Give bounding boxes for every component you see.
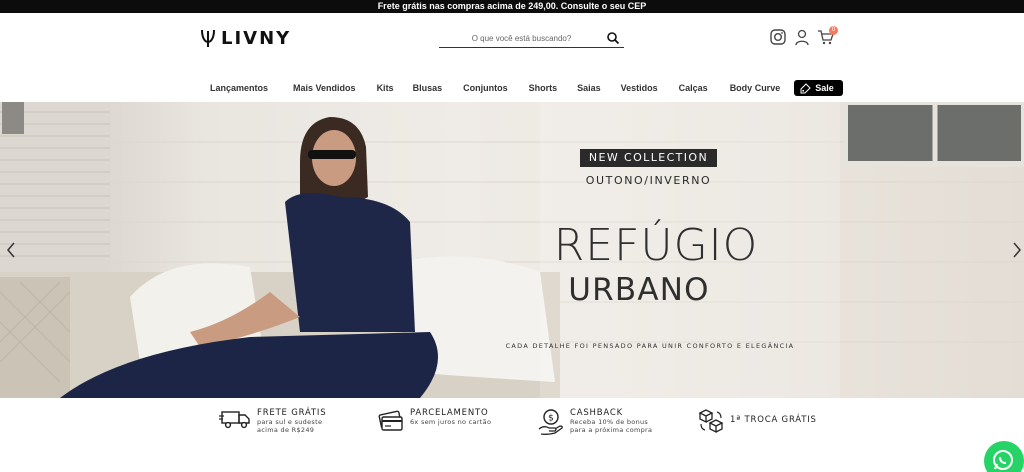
benefit-desc: para a próxima compra bbox=[570, 426, 653, 434]
hero-background-image bbox=[0, 102, 1024, 398]
svg-text:$: $ bbox=[548, 414, 554, 424]
cashback-hand-icon: $ bbox=[538, 409, 563, 435]
hero-banner[interactable]: NEW COLLECTION OUTONO/INVERNO REFÚGIO UR… bbox=[0, 102, 1024, 398]
search-input[interactable] bbox=[439, 30, 604, 46]
benefit-cashback: $ CASHBACK Receba 10% de bonus para a pr… bbox=[538, 408, 652, 436]
hero-subtitle: CADA DETALHE FOI PENSADO PARA UNIR CONFO… bbox=[505, 342, 795, 350]
logo-mark-icon bbox=[201, 29, 215, 47]
search-icon[interactable] bbox=[606, 31, 620, 45]
collection-badge: NEW COLLECTION bbox=[580, 149, 717, 167]
hero-title-line1: REFÚGIO bbox=[553, 220, 759, 271]
announcement-bar: Frete grátis nas compras acima de 249,00… bbox=[0, 0, 1024, 13]
instagram-icon[interactable] bbox=[769, 28, 787, 46]
header-actions: 0 bbox=[769, 26, 838, 46]
logo-text: LIVNY bbox=[221, 27, 292, 49]
benefit-desc: 6x sem juros no cartão bbox=[410, 418, 492, 426]
nav-item-blusas[interactable]: Blusas bbox=[413, 83, 443, 93]
chevron-left-icon[interactable] bbox=[4, 241, 18, 259]
benefit-desc: para sul e sudeste bbox=[257, 418, 323, 426]
season-label: OUTONO/INVERNO bbox=[585, 174, 712, 187]
sale-button[interactable]: Sale bbox=[794, 80, 843, 96]
logo[interactable]: LIVNY bbox=[200, 27, 291, 49]
benefit-title: CASHBACK bbox=[570, 408, 623, 418]
cart-count-badge: 0 bbox=[829, 26, 838, 35]
whatsapp-icon bbox=[993, 450, 1013, 470]
whatsapp-button[interactable] bbox=[984, 441, 1024, 472]
chevron-right-icon[interactable] bbox=[1010, 241, 1024, 259]
benefit-title: FRETE GRÁTIS bbox=[257, 408, 327, 418]
user-account-icon[interactable] bbox=[793, 28, 811, 46]
credit-card-icon bbox=[378, 410, 403, 431]
main-nav: Lançamentos Mais Vendidos Kits Blusas Co… bbox=[200, 80, 843, 96]
nav-item-shorts[interactable]: Shorts bbox=[529, 83, 558, 93]
nav-item-mais-vendidos[interactable]: Mais Vendidos bbox=[293, 83, 356, 93]
cart-button[interactable]: 0 bbox=[817, 26, 838, 46]
benefits-bar: FRETE GRÁTIS para sul e sudeste acima de… bbox=[0, 398, 1024, 472]
hero-title-line2: URBANO bbox=[568, 272, 710, 308]
search-bar bbox=[439, 30, 624, 48]
announcement-text: Frete grátis nas compras acima de 249,00… bbox=[377, 1, 647, 11]
nav-item-kits[interactable]: Kits bbox=[377, 83, 394, 93]
nav-item-calcas[interactable]: Calças bbox=[679, 83, 708, 93]
nav-item-body-curve[interactable]: Body Curve bbox=[730, 83, 781, 93]
nav-item-vestidos[interactable]: Vestidos bbox=[621, 83, 658, 93]
nav-item-lancamentos[interactable]: Lançamentos bbox=[210, 83, 268, 93]
benefit-title: PARCELAMENTO bbox=[410, 408, 489, 418]
benefit-desc: Receba 10% de bonus bbox=[570, 418, 649, 426]
sale-label: Sale bbox=[815, 83, 834, 93]
site-header: LIVNY 0 Lançamentos Mais Vendi bbox=[0, 13, 1024, 102]
nav-item-conjuntos[interactable]: Conjuntos bbox=[463, 83, 508, 93]
sale-tag-icon bbox=[800, 82, 811, 93]
benefit-frete: FRETE GRÁTIS para sul e sudeste acima de… bbox=[219, 408, 326, 434]
benefit-troca: 1ª TROCA GRÁTIS bbox=[698, 408, 817, 434]
benefit-parcelamento: PARCELAMENTO 6x sem juros no cartão bbox=[378, 408, 491, 432]
truck-icon bbox=[219, 411, 250, 429]
benefit-desc: acima de R$249 bbox=[257, 426, 315, 434]
benefit-title: 1ª TROCA GRÁTIS bbox=[730, 415, 817, 425]
boxes-exchange-icon bbox=[698, 409, 724, 434]
nav-item-saias[interactable]: Saias bbox=[577, 83, 601, 93]
